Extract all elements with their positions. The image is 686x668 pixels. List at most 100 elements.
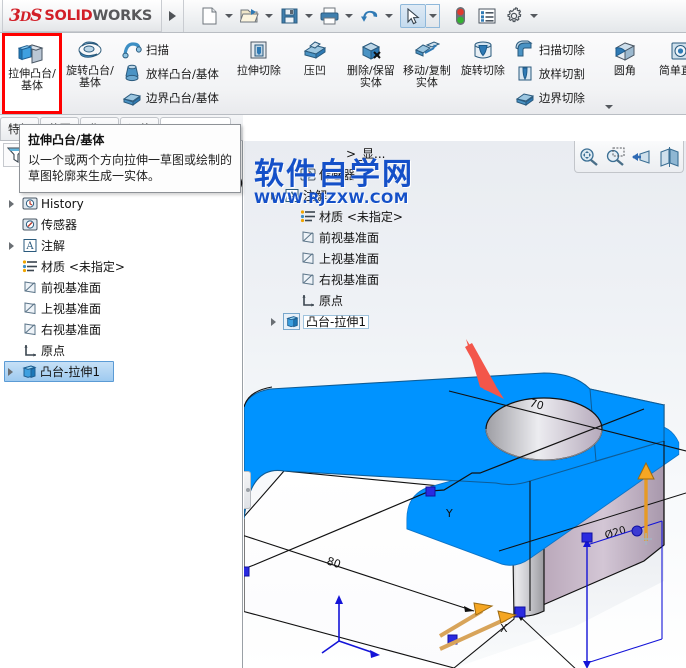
print-document-caret-icon[interactable] xyxy=(342,4,355,28)
plane-icon xyxy=(299,250,316,267)
panel-resize-handle[interactable] xyxy=(244,471,251,509)
zoom-to-area-icon[interactable] xyxy=(605,147,627,167)
sweep-cut-button[interactable]: 扫描切除 xyxy=(512,38,588,62)
extrude-boss-base-button[interactable]: 拉伸凸台/基体 xyxy=(2,33,62,114)
sensor-icon xyxy=(21,216,38,233)
undo-button[interactable] xyxy=(356,4,382,28)
fillet-label: 圆角 xyxy=(613,64,636,77)
new-document-button[interactable] xyxy=(196,4,222,28)
simple-hole-button[interactable]: 简单直孔 xyxy=(653,33,686,114)
settings-gear-button[interactable] xyxy=(501,4,527,28)
revolve-boss-base-label: 旋转凸台/基体 xyxy=(66,64,114,90)
flyout-item-top-plane[interactable]: 上视基准面 xyxy=(258,248,468,269)
plane-icon xyxy=(21,321,38,338)
sweep-button[interactable]: 扫描 xyxy=(119,38,222,62)
undo-caret-icon[interactable] xyxy=(382,4,395,28)
ribbon-group-features: 圆角 简单直孔 弯曲 xyxy=(595,33,686,114)
new-document-caret-icon[interactable] xyxy=(222,4,235,28)
print-document-button[interactable] xyxy=(316,4,342,28)
tree-item-right-plane[interactable]: 右视基准面 xyxy=(4,319,242,340)
tree-item-history[interactable]: History xyxy=(4,193,242,214)
tree-item-extrude1[interactable]: 凸台-拉伸1 xyxy=(4,361,114,382)
axis-label-x: X xyxy=(500,622,508,635)
loft-cut-label: 放样切割 xyxy=(538,66,585,81)
section-view-icon[interactable] xyxy=(659,146,681,167)
material-icon xyxy=(21,258,38,275)
flyout-item-annotations[interactable]: A 注解 xyxy=(258,185,468,206)
flyout-feature-tree: >_显... 传感器 A 注解 材质 <未指定> 前视基准面 上视基准面 右视基… xyxy=(258,143,468,332)
extrude-cut-button[interactable]: 拉伸切除 xyxy=(231,33,287,114)
settings-caret-icon[interactable] xyxy=(527,4,540,28)
top-toolbar: 3DS SOLIDWORKS xyxy=(0,0,686,33)
loft-cut-button[interactable]: 放样切割 xyxy=(512,62,588,86)
indent-icon xyxy=(303,41,327,59)
tree-item-top-plane-label: 上视基准面 xyxy=(41,301,102,316)
simple-hole-icon xyxy=(671,42,686,60)
sweep-icon xyxy=(122,42,142,59)
tree-item-material[interactable]: 材质 <未指定> xyxy=(4,256,242,277)
history-icon xyxy=(21,195,38,212)
flyout-item-front-plane[interactable]: 前视基准面 xyxy=(258,227,468,248)
delete-keep-body-button[interactable]: 删除/保留实体 xyxy=(343,33,399,114)
select-tool-button[interactable] xyxy=(400,4,426,28)
svg-text:A: A xyxy=(25,241,34,252)
simple-hole-label: 简单直孔 xyxy=(658,64,686,77)
boss-base-small-commands: 扫描 放样凸台/基体 边界凸台/基体 xyxy=(118,33,223,114)
origin-icon xyxy=(299,292,316,309)
menu-expand-arrow-icon[interactable] xyxy=(162,0,184,32)
annotations-icon: A xyxy=(283,187,300,204)
move-copy-body-button[interactable]: 移动/复制实体 xyxy=(399,33,455,114)
tree-item-front-plane-label: 前视基准面 xyxy=(41,280,102,295)
tooltip-body: 以一个或两个方向拉伸一草图或绘制的草图轮廓来生成一实体。 xyxy=(28,153,233,184)
solidworks-window: 3DS SOLIDWORKS 拉伸凸台/基体 旋转凸台/基体 扫描 放样凸台/基… xyxy=(0,0,686,668)
tree-item-origin-label: 原点 xyxy=(41,343,66,358)
command-ribbon: 拉伸凸台/基体 旋转凸台/基体 扫描 放样凸台/基体 边界凸台/基体 拉伸切除 … xyxy=(0,33,686,115)
expander-icon[interactable] xyxy=(268,316,280,328)
dassault-systemes-logo-icon: 3DS xyxy=(9,5,42,26)
previous-view-icon[interactable] xyxy=(631,147,654,167)
extrude-boss-base-label: 拉伸凸台/基体 xyxy=(8,67,56,93)
move-copy-body-label: 移动/复制实体 xyxy=(403,64,451,90)
save-document-button[interactable] xyxy=(276,4,302,28)
quick-access-toolbar xyxy=(196,4,540,28)
solidworks-logo: 3DS SOLIDWORKS xyxy=(2,0,162,32)
sweep-cut-icon xyxy=(515,40,533,57)
expander-icon[interactable] xyxy=(6,240,18,252)
tooltip-title: 拉伸凸台/基体 xyxy=(28,133,105,147)
open-document-caret-icon[interactable] xyxy=(262,4,275,28)
save-document-caret-icon[interactable] xyxy=(302,4,315,28)
rebuild-status-icon[interactable] xyxy=(447,4,473,28)
flyout-item-origin[interactable]: 原点 xyxy=(258,290,468,311)
features-group-expand-icon[interactable] xyxy=(603,102,615,112)
flyout-item-extrude1[interactable]: 凸台-拉伸1 xyxy=(258,311,468,332)
flyout-item-sensors[interactable]: 传感器 xyxy=(258,164,468,185)
tree-item-annotations[interactable]: A 注解 xyxy=(4,235,242,256)
revolve-boss-base-button[interactable]: 旋转凸台/基体 xyxy=(62,33,118,114)
tree-item-front-plane[interactable]: 前视基准面 xyxy=(4,277,242,298)
boundary-cut-button[interactable]: 边界切除 xyxy=(512,86,588,110)
tree-item-sensors[interactable]: 传感器 xyxy=(4,214,242,235)
options-list-button[interactable] xyxy=(474,4,500,28)
tree-item-material-label: 材质 <未指定> xyxy=(41,259,125,274)
tree-item-top-plane[interactable]: 上视基准面 xyxy=(4,298,242,319)
revolve-cut-button[interactable]: 旋转切除 xyxy=(455,33,511,114)
select-tool-caret-icon[interactable] xyxy=(426,4,440,28)
tree-item-origin[interactable]: 原点 xyxy=(4,340,242,361)
loft-boss-base-button[interactable]: 放样凸台/基体 xyxy=(119,62,222,86)
flyout-item-right-plane[interactable]: 右视基准面 xyxy=(258,269,468,290)
expander-icon[interactable] xyxy=(268,190,280,202)
plane-icon xyxy=(299,271,316,288)
open-document-button[interactable] xyxy=(236,4,262,28)
graphics-viewport[interactable]: 80 70 Ø20 R10 xyxy=(244,141,686,668)
zoom-to-fit-icon[interactable] xyxy=(578,147,600,167)
indent-button[interactable]: 压凹 xyxy=(287,33,343,114)
cut-small-commands: 扫描切除 放样切割 边界切除 xyxy=(511,33,589,114)
boundary-cut-icon xyxy=(515,93,535,106)
flyout-item-material[interactable]: 材质 <未指定> xyxy=(258,206,468,227)
expander-icon[interactable] xyxy=(6,198,18,210)
expander-icon[interactable] xyxy=(5,366,17,378)
extrude-feature-icon xyxy=(283,313,300,330)
loft-boss-base-label: 放样凸台/基体 xyxy=(146,66,219,81)
boundary-boss-base-button[interactable]: 边界凸台/基体 xyxy=(119,86,222,110)
brand-solid-text: SOLID xyxy=(44,7,93,24)
